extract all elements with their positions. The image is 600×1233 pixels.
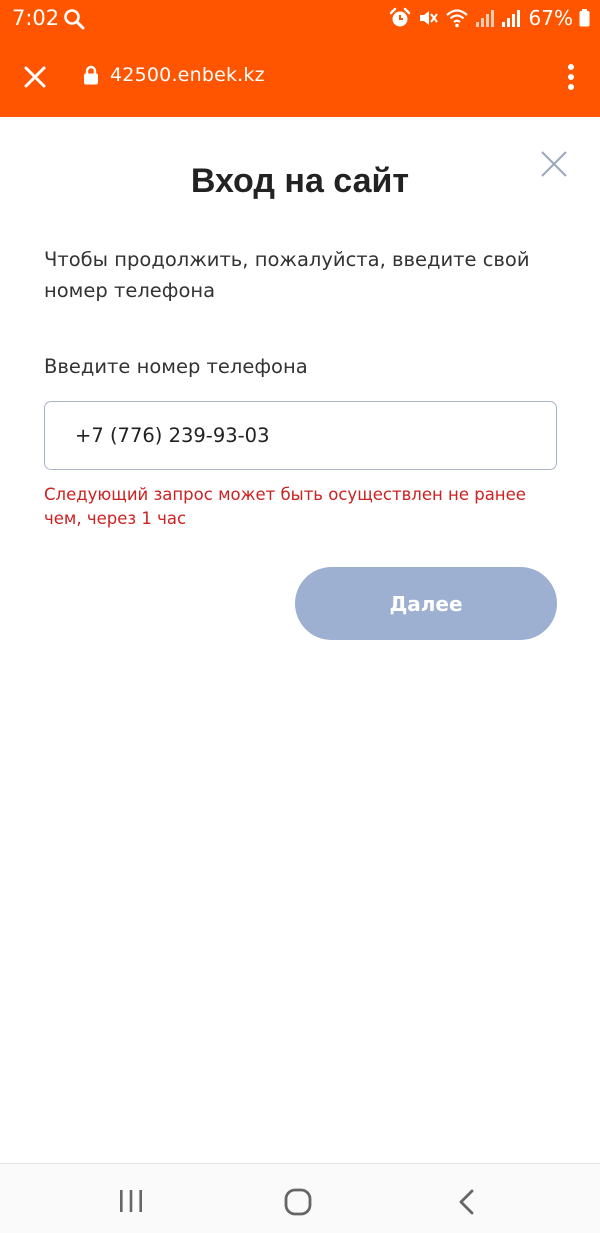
error-message: Следующий запрос может быть осуществлен …: [44, 485, 526, 528]
signal-icon: [501, 10, 520, 27]
browser-toolbar: 42500.enbek.kz: [0, 38, 600, 117]
url-text[interactable]: 42500.enbek.kz: [110, 62, 265, 88]
signal-icon: [475, 10, 494, 27]
page-title: Вход на сайт: [190, 162, 410, 200]
battery-percent: 67%: [528, 6, 573, 30]
recent-apps-icon[interactable]: [118, 1189, 144, 1213]
intro-text: Чтобы продолжить, пожалуйста, введите св…: [44, 248, 530, 302]
search-icon: [64, 9, 85, 30]
close-icon[interactable]: [22, 64, 48, 90]
phone-input[interactable]: [44, 401, 557, 470]
status-time: 7:02: [12, 6, 60, 30]
kebab-menu-icon[interactable]: [566, 62, 576, 92]
alarm-icon: [389, 7, 410, 27]
back-icon[interactable]: [456, 1188, 476, 1216]
mute-icon: [419, 11, 438, 25]
next-button[interactable]: Далее: [295, 567, 557, 640]
top-bar: 7:02 67% 42500.enbek.kz: [0, 0, 600, 117]
navigation-bar: [0, 1163, 600, 1233]
lock-icon: [84, 65, 98, 85]
phone-label: Введите номер телефона: [44, 355, 308, 378]
battery-icon: [579, 9, 590, 27]
home-icon[interactable]: [284, 1188, 312, 1216]
wifi-icon: [445, 9, 468, 28]
status-icons: 67%: [383, 5, 590, 31]
status-bar: 7:02 67%: [0, 0, 600, 38]
